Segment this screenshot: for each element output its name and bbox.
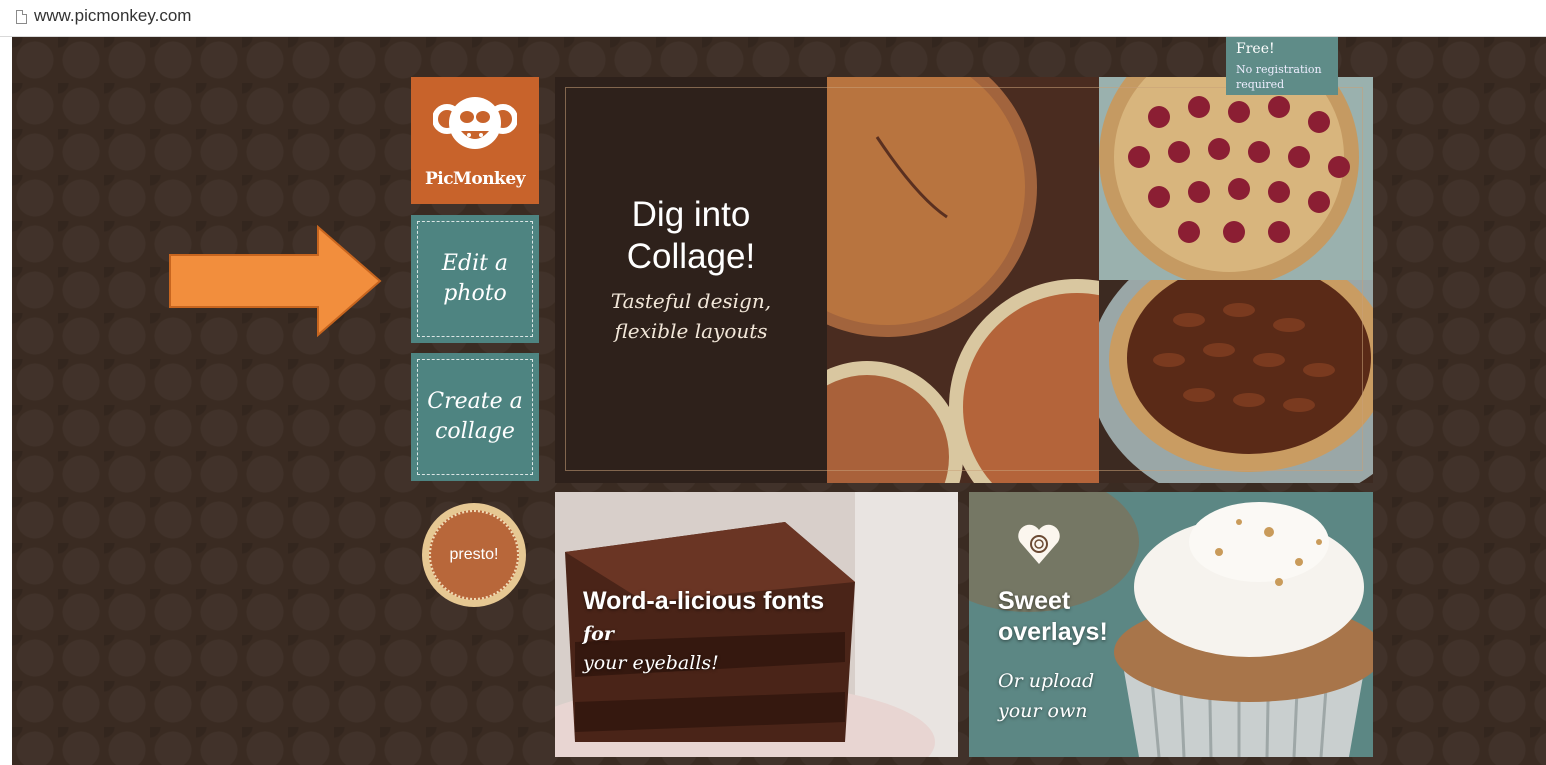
edit-photo-button[interactable]: Edit a photo xyxy=(411,215,539,343)
free-badge-subtitle: No registration required xyxy=(1236,63,1322,91)
brand-name: PicMonkey xyxy=(424,169,526,189)
create-collage-frame: Create a collage xyxy=(417,359,533,475)
overlays-subtitle: Or upload your own xyxy=(998,670,1095,722)
hero-text-panel: Dig into Collage! Tasteful design, flexi… xyxy=(555,77,827,483)
edit-photo-frame: Edit a photo xyxy=(417,221,533,337)
pumpkin-pie-photo xyxy=(827,77,1099,483)
picmonkey-homepage: PicMonkey Edit a photo Create a collage … xyxy=(12,37,1546,765)
presto-badge: presto! xyxy=(429,510,519,600)
overlays-feature-card[interactable]: Sweet overlays! Or upload your own xyxy=(969,492,1373,757)
monkey-face-icon xyxy=(433,97,517,149)
collage-hero-banner[interactable]: Dig into Collage! Tasteful design, flexi… xyxy=(555,77,1373,483)
presto-label: presto! xyxy=(449,546,499,563)
fonts-heading: Word-a-licious fonts for xyxy=(583,586,843,650)
fonts-tail-line: your eyeballs! xyxy=(583,652,719,674)
right-arrow-icon xyxy=(169,225,382,337)
edit-photo-label: Edit a photo xyxy=(441,251,509,306)
hero-title: Dig into Collage! xyxy=(626,195,756,276)
free-badge-title: Free! xyxy=(1236,41,1275,57)
url-text[interactable]: www.picmonkey.com xyxy=(34,6,191,26)
presto-button[interactable]: presto! xyxy=(422,503,526,607)
free-badge: Free! No registration required xyxy=(1226,37,1338,95)
fonts-heading-text: Word-a-licious fonts xyxy=(583,587,825,615)
create-collage-label: Create a collage xyxy=(427,389,523,444)
fonts-feature-card[interactable]: Word-a-licious fonts for your eyeballs! xyxy=(555,492,958,757)
cherry-pie-photo xyxy=(1099,77,1373,280)
hero-subtitle: Tasteful design, flexible layouts xyxy=(610,289,772,343)
pecan-pie-photo xyxy=(1099,280,1373,483)
fonts-tail-inline: for xyxy=(583,623,614,645)
create-collage-button[interactable]: Create a collage xyxy=(411,353,539,481)
browser-address-bar[interactable]: www.picmonkey.com xyxy=(0,0,1546,37)
overlays-heading: Sweet overlays! xyxy=(998,587,1108,646)
picmonkey-logo[interactable]: PicMonkey xyxy=(411,77,539,204)
page-icon xyxy=(16,10,27,24)
heart-icon xyxy=(1018,524,1060,564)
